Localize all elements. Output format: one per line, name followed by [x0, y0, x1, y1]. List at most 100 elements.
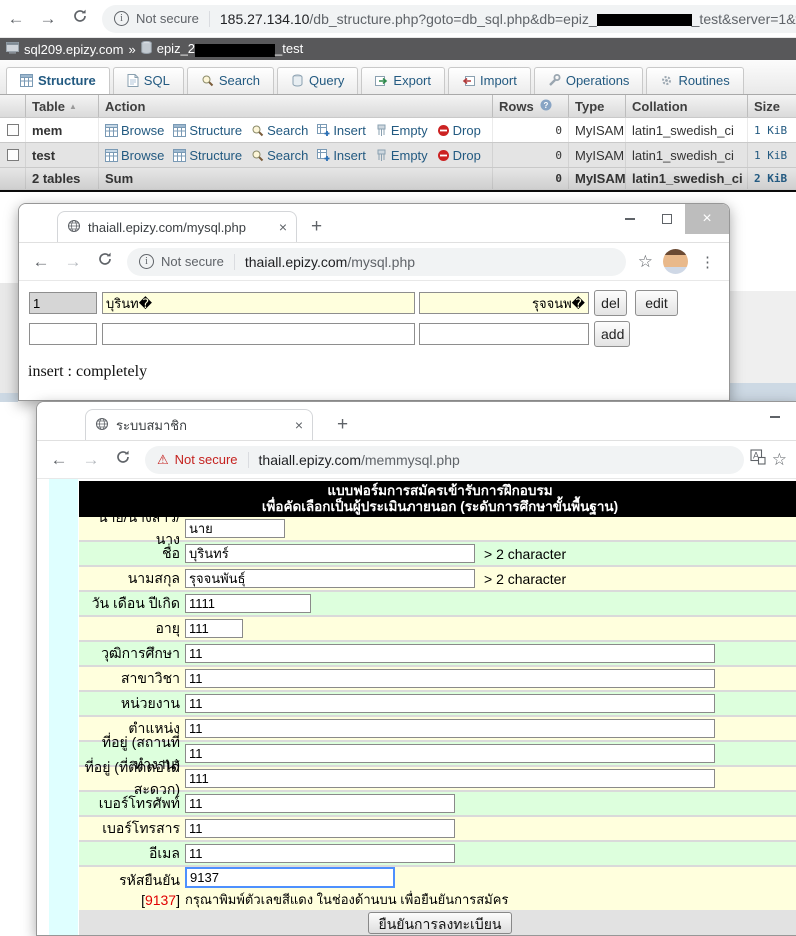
field-input[interactable]: [185, 844, 455, 863]
search-icon: [251, 124, 264, 137]
field-input[interactable]: [185, 794, 455, 813]
translate-icon[interactable]: A: [750, 449, 766, 470]
insert-link[interactable]: Insert: [317, 123, 366, 138]
maximize-button[interactable]: [648, 204, 685, 234]
field-input[interactable]: [185, 744, 715, 763]
pma-tab-import[interactable]: Import: [448, 67, 531, 94]
record-id-field[interactable]: [29, 292, 97, 314]
record-surname-field[interactable]: [419, 292, 589, 314]
field-input[interactable]: [185, 819, 455, 838]
empty-link[interactable]: Empty: [375, 148, 428, 163]
form-row: ที่อยู่ (สถานที่ทำงาน): [79, 742, 796, 767]
pma-tab-export[interactable]: Export: [361, 67, 445, 94]
info-icon[interactable]: i: [139, 254, 154, 269]
submit-button[interactable]: ยืนยันการลงทะเบียน: [368, 912, 511, 934]
structure-link[interactable]: Structure: [173, 123, 242, 138]
address-bar[interactable]: i Not secure 185.27.134.10/db_structure.…: [102, 5, 796, 33]
pma-tab-label: Search: [219, 73, 260, 88]
back-icon[interactable]: ←: [0, 9, 32, 29]
breadcrumb-server[interactable]: sql209.epizy.com: [24, 42, 123, 57]
row-checkbox[interactable]: [7, 124, 19, 136]
delete-button[interactable]: del: [594, 290, 627, 316]
field-input[interactable]: [185, 644, 715, 663]
field-input[interactable]: [185, 669, 715, 688]
close-tab-icon[interactable]: ×: [279, 219, 287, 235]
field-control: [185, 769, 715, 788]
field-input[interactable]: [185, 694, 715, 713]
address-bar[interactable]: i Not secure thaiall.epizy.com/mysql.php: [127, 248, 626, 276]
field-input[interactable]: [185, 569, 475, 588]
address-divider: [248, 452, 249, 468]
search-icon: [201, 74, 214, 87]
tab-member-page[interactable]: ระบบสมาชิก ×: [85, 409, 313, 440]
field-input[interactable]: [185, 769, 715, 788]
back-icon[interactable]: ←: [25, 252, 57, 272]
tab-mysql-page[interactable]: thaiall.epizy.com/mysql.php ×: [57, 211, 297, 242]
insert-link[interactable]: Insert: [317, 148, 366, 163]
new-name-field[interactable]: [102, 323, 415, 345]
record-name-field[interactable]: [102, 292, 415, 314]
structure-link[interactable]: Structure: [173, 148, 242, 163]
field-input[interactable]: [185, 719, 715, 738]
pma-tab-operations[interactable]: Operations: [534, 67, 644, 94]
row-checkbox[interactable]: [7, 149, 19, 161]
table-name-cell[interactable]: mem: [26, 118, 99, 142]
browse-link[interactable]: Browse: [105, 123, 164, 138]
reload-icon[interactable]: [89, 251, 121, 272]
pma-tab-routines[interactable]: Routines: [646, 67, 743, 94]
collation-cell: latin1_swedish_ci: [626, 143, 748, 167]
close-tab-icon[interactable]: ×: [295, 417, 303, 433]
new-tab-button[interactable]: +: [337, 414, 348, 436]
new-tab-button[interactable]: +: [311, 216, 322, 238]
help-icon[interactable]: ?: [540, 99, 552, 114]
minimize-button[interactable]: [756, 402, 793, 432]
breadcrumb-separator: »: [128, 42, 135, 57]
address-bar[interactable]: ⚠ Not secure thaiall.epizy.com/memmysql.…: [145, 446, 744, 474]
breadcrumb-database[interactable]: epiz_2_test: [157, 41, 304, 56]
row-count-cell: 0: [493, 118, 569, 142]
info-icon[interactable]: i: [114, 11, 129, 26]
empty-link[interactable]: Empty: [375, 123, 428, 138]
minimize-button[interactable]: [611, 204, 648, 234]
browser-menu-icon[interactable]: ⋮: [700, 253, 715, 271]
back-icon[interactable]: ←: [43, 450, 75, 470]
field-input[interactable]: [185, 619, 243, 638]
action-label: Structure: [189, 123, 242, 138]
field-input[interactable]: [185, 519, 285, 538]
table-row: mem Browse Structure Search Insert Empty Drop 0…: [0, 118, 796, 143]
field-input[interactable]: [185, 544, 475, 563]
reload-icon[interactable]: [64, 8, 96, 29]
confirm-code-input[interactable]: [185, 867, 395, 888]
profile-avatar[interactable]: [663, 249, 688, 274]
search-link[interactable]: Search: [251, 123, 308, 138]
bookmark-star-icon[interactable]: ☆: [638, 252, 653, 272]
pma-tab-structure[interactable]: Structure: [6, 67, 110, 94]
drop-link[interactable]: Drop: [437, 123, 481, 138]
database-icon: [141, 41, 152, 57]
pma-tab-query[interactable]: Query: [277, 67, 358, 94]
tab-title: thaiall.epizy.com/mysql.php: [88, 220, 272, 235]
close-button[interactable]: ×: [685, 204, 729, 234]
browse-link[interactable]: Browse: [105, 148, 164, 163]
search-link[interactable]: Search: [251, 148, 308, 163]
field-input[interactable]: [185, 594, 311, 613]
new-id-field[interactable]: [29, 323, 97, 345]
export-icon: [375, 74, 388, 87]
pma-tab-sql[interactable]: SQL: [113, 67, 184, 94]
forward-icon[interactable]: →: [32, 9, 64, 29]
drop-link[interactable]: Drop: [437, 148, 481, 163]
table-name-cell[interactable]: test: [26, 143, 99, 167]
reload-icon[interactable]: [107, 449, 139, 470]
pma-tab-search[interactable]: Search: [187, 67, 274, 94]
edit-button[interactable]: edit: [635, 290, 678, 316]
column-header-table[interactable]: Table▲: [26, 95, 99, 117]
bookmark-star-icon[interactable]: ☆: [772, 450, 787, 470]
add-button[interactable]: add: [594, 321, 630, 347]
new-surname-field[interactable]: [419, 323, 589, 345]
query-icon: [291, 74, 304, 87]
column-header-type: Type: [569, 95, 626, 117]
form-row: ชื่อ> 2 character: [79, 542, 796, 567]
globe-icon: [95, 417, 109, 434]
tab-title: ระบบสมาชิก: [116, 415, 288, 436]
operations-icon: [548, 74, 561, 87]
